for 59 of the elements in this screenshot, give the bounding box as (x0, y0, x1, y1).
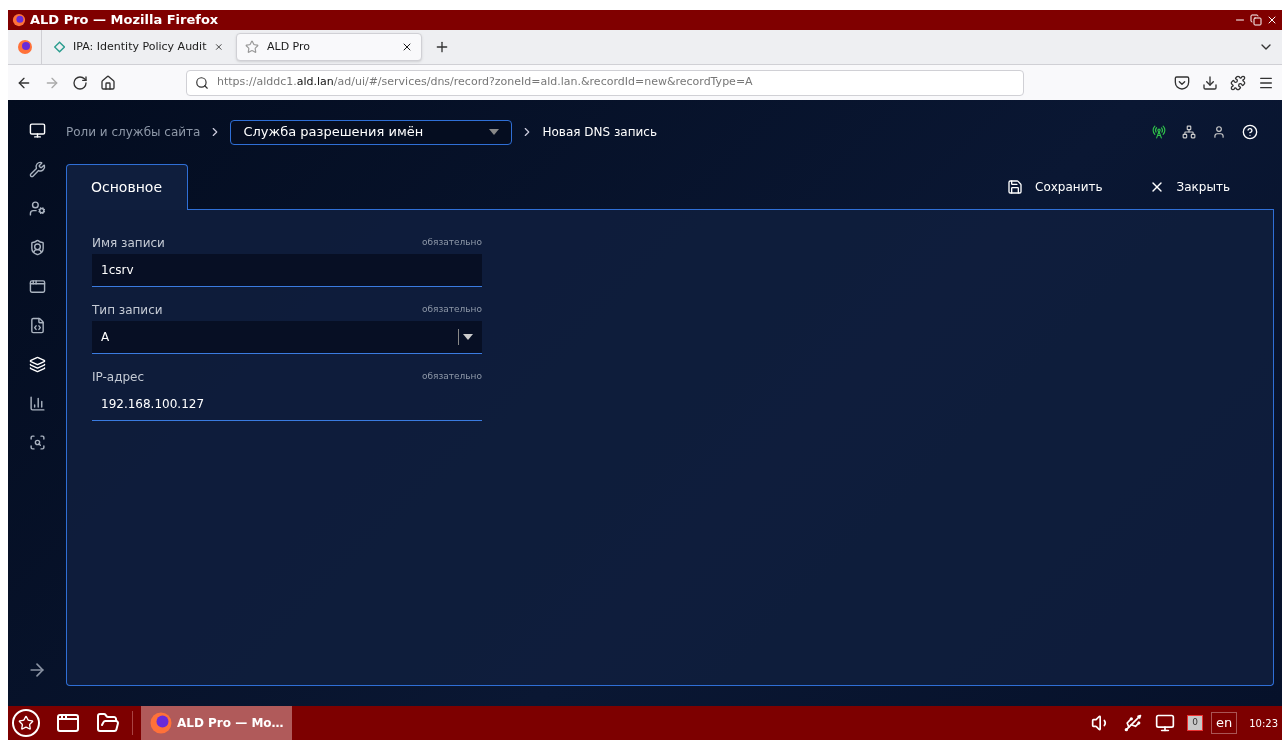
address-bar[interactable]: https://alddc1.ald.lan/ad/ui/#/services/dns/record?zoneId=ald.lan.&recordId=new&recordType=A (186, 69, 1024, 96)
tools-icon[interactable] (28, 161, 46, 178)
required-note: обязательно (422, 303, 482, 317)
start-menu-icon[interactable] (12, 709, 40, 737)
network-display-icon[interactable] (1155, 713, 1176, 733)
new-tab-icon[interactable] (434, 39, 450, 55)
notification-count[interactable]: 0 (1187, 715, 1203, 731)
bar-chart-icon[interactable] (28, 395, 46, 412)
usb-icon[interactable] (1123, 713, 1144, 733)
input-field[interactable]: 192.168.100.127 (92, 388, 482, 421)
tab[interactable]: Основное (66, 164, 188, 210)
tab-title: IPA: Identity Policy Audit (73, 38, 207, 55)
clock: 10:23 (1249, 716, 1278, 731)
diamond-logo-icon (54, 40, 66, 54)
field-label: IP-адрес (92, 369, 145, 386)
window-title: ALD Pro — Mozilla Firefox (30, 11, 219, 30)
language-indicator[interactable]: en (1210, 712, 1238, 734)
home-icon[interactable] (100, 74, 116, 91)
browser-tab[interactable]: IPA: Identity Policy Audit (46, 33, 232, 61)
network-icon[interactable] (1182, 125, 1196, 139)
code-file-icon[interactable] (28, 317, 46, 334)
help-icon[interactable] (1242, 124, 1258, 140)
search-icon[interactable] (28, 434, 46, 451)
restore-icon[interactable] (1250, 14, 1262, 26)
select-field[interactable]: A (92, 321, 482, 354)
required-note: обязательно (422, 370, 482, 384)
shield-user-icon[interactable] (28, 239, 46, 256)
user-icon[interactable] (1212, 125, 1226, 139)
star-icon (245, 40, 259, 54)
breadcrumb-current: Новая DNS запись (542, 124, 657, 141)
url-text: https://alddc1.ald.lan/ad/ui/#/services/dns/record?zoneId=ald.lan.&recordId=new&recordType=A (217, 74, 753, 91)
pocket-icon[interactable] (1174, 74, 1190, 91)
dropdown-icon (489, 129, 500, 135)
windows-icon[interactable] (56, 711, 80, 735)
service-select[interactable]: Служба разрешения имён (230, 119, 513, 145)
window-icon[interactable] (28, 278, 46, 295)
input-field[interactable]: 1csrv (92, 254, 482, 287)
download-icon[interactable] (1202, 74, 1218, 91)
reload-icon[interactable] (72, 74, 88, 91)
tab-title: ALD Pro (267, 38, 312, 55)
save-icon (1007, 178, 1024, 195)
dropdown-icon (463, 334, 473, 340)
user-settings-icon[interactable] (28, 200, 46, 217)
browser-tab[interactable]: ALD Pro (236, 33, 422, 61)
save-button[interactable]: Сохранить (1007, 177, 1103, 196)
close-button[interactable]: Закрыть (1148, 177, 1230, 196)
extensions-icon[interactable] (1230, 74, 1246, 91)
required-note: обязательно (422, 236, 482, 250)
monitor-icon[interactable] (28, 122, 46, 139)
close-icon[interactable] (1266, 14, 1278, 26)
field-label: Имя записи (92, 235, 165, 252)
field-label: Тип записи (92, 302, 163, 319)
close-tab-icon[interactable] (401, 41, 413, 53)
antenna-icon[interactable] (1152, 125, 1166, 139)
search-icon (195, 75, 209, 90)
layers-icon[interactable] (28, 356, 46, 373)
taskbar-app-button[interactable]: ALD Pro — Mo… (141, 706, 292, 740)
breadcrumb-link[interactable]: Роли и службы сайта (66, 123, 201, 141)
folder-icon[interactable] (96, 711, 120, 735)
